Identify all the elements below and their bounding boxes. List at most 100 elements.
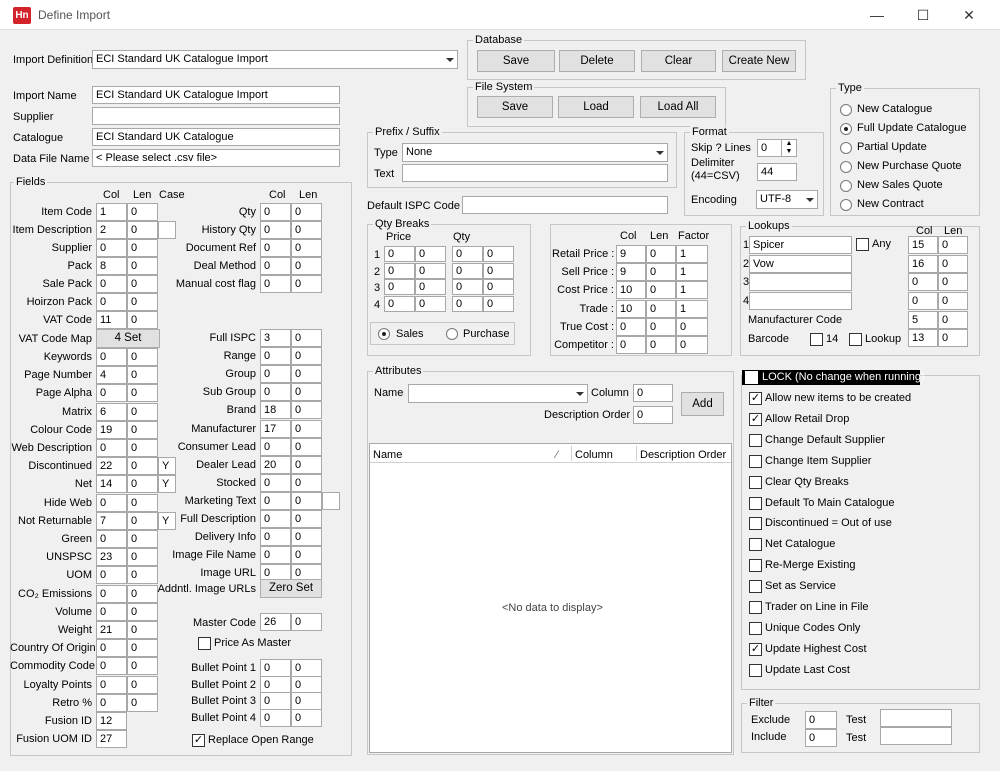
price-col-input[interactable]: 9 xyxy=(616,245,646,263)
master-code-col-input[interactable]: 26 xyxy=(260,613,291,631)
manufacturer-code-col-input[interactable]: 5 xyxy=(908,311,938,329)
field-len-input[interactable]: 0 xyxy=(291,510,322,528)
field-len-input[interactable]: 0 xyxy=(291,473,322,492)
field-len-input[interactable]: 0 xyxy=(127,311,158,329)
field-col-input[interactable]: 6 xyxy=(96,402,127,421)
lookup-col-input[interactable]: 16 xyxy=(908,254,938,273)
field-len-input[interactable]: 0 xyxy=(291,401,322,420)
field-col-input[interactable]: 0 xyxy=(260,239,291,257)
file-load-all-button[interactable]: Load All xyxy=(640,96,716,118)
replace-open-range-checkbox[interactable]: ✓ xyxy=(192,734,205,747)
qty-qty-input[interactable]: 0 xyxy=(483,246,514,262)
field-len-input[interactable]: 0 xyxy=(291,491,322,510)
lookup-name-input[interactable]: Spicer xyxy=(749,236,852,254)
field-col-input[interactable]: 0 xyxy=(96,675,127,694)
field-len-input[interactable]: 0 xyxy=(127,221,158,239)
field-len-input[interactable]: 0 xyxy=(127,475,158,494)
field-col-input[interactable]: 14 xyxy=(96,475,127,494)
field-col-input[interactable]: 0 xyxy=(96,566,127,585)
field-col-input[interactable]: 20 xyxy=(260,455,291,474)
default-ispc-input[interactable] xyxy=(462,196,668,214)
option-checkbox[interactable] xyxy=(749,454,762,468)
price-factor-input[interactable]: 1 xyxy=(676,245,708,263)
lock-checkbox[interactable] xyxy=(745,371,758,384)
field-col-input[interactable]: 0 xyxy=(96,384,127,403)
field-len-input[interactable]: 0 xyxy=(127,657,158,676)
barcode-14-checkbox[interactable] xyxy=(810,333,823,346)
field-len-input[interactable]: 0 xyxy=(291,419,322,438)
type-radio[interactable] xyxy=(840,142,852,154)
option-checkbox[interactable] xyxy=(749,621,762,635)
maximize-button[interactable]: ☐ xyxy=(900,0,946,30)
import-name-input[interactable]: ECI Standard UK Catalogue Import xyxy=(92,86,340,104)
field-col-input[interactable]: 0 xyxy=(96,530,127,548)
price-len-input[interactable]: 0 xyxy=(646,299,676,318)
field-len-input[interactable]: 0 xyxy=(127,693,158,712)
attribute-column-input[interactable]: 0 xyxy=(633,384,673,402)
field-col-input[interactable]: 3 xyxy=(260,329,291,347)
option-checkbox[interactable] xyxy=(749,538,762,552)
field-len-input[interactable]: 0 xyxy=(291,528,322,547)
qty-qty-input[interactable]: 0 xyxy=(452,262,483,279)
lookup-len-input[interactable]: 0 xyxy=(938,236,968,254)
lookup-len-input[interactable]: 0 xyxy=(938,254,968,273)
field-len-input[interactable]: 0 xyxy=(291,383,322,402)
field-col-input[interactable]: 0 xyxy=(260,675,291,694)
price-factor-input[interactable]: 0 xyxy=(676,317,708,336)
lookup-name-input[interactable]: Vow xyxy=(749,254,852,273)
field-len-input[interactable]: 0 xyxy=(127,675,158,694)
file-save-button[interactable]: Save xyxy=(477,96,553,118)
field-col-input[interactable]: 0 xyxy=(96,584,127,603)
field-col-input[interactable]: 8 xyxy=(96,257,127,275)
qty-qty-input[interactable]: 0 xyxy=(452,295,483,312)
field-col-input[interactable]: 0 xyxy=(96,275,127,293)
qty-price-input[interactable]: 0 xyxy=(384,279,415,295)
chevron-down-icon[interactable] xyxy=(806,198,814,202)
field-col-input[interactable]: 0 xyxy=(260,203,291,221)
field-col-input[interactable]: 0 xyxy=(96,293,127,311)
field-col-input[interactable]: 0 xyxy=(260,659,291,677)
field-len-input[interactable]: 0 xyxy=(291,546,322,565)
qty-price-input[interactable]: 0 xyxy=(384,295,415,312)
option-checkbox[interactable] xyxy=(749,433,762,447)
qty-qty-input[interactable]: 0 xyxy=(483,295,514,312)
field-len-input[interactable]: 0 xyxy=(291,675,322,694)
price-col-input[interactable]: 9 xyxy=(616,263,646,282)
field-len-input[interactable]: 0 xyxy=(127,639,158,658)
vat-map-button[interactable]: 4 Set xyxy=(96,329,160,348)
lookup-len-input[interactable]: 0 xyxy=(938,291,968,310)
field-col-input[interactable]: 0 xyxy=(96,493,127,512)
qty-price-input[interactable]: 0 xyxy=(415,295,446,312)
field-col-input[interactable]: 18 xyxy=(260,401,291,420)
qty-qty-input[interactable]: 0 xyxy=(452,246,483,262)
field-col-input[interactable]: 0 xyxy=(260,708,291,727)
field-extra-input[interactable] xyxy=(322,491,340,510)
option-checkbox[interactable] xyxy=(749,601,762,614)
field-col-input[interactable]: 1 xyxy=(96,203,127,221)
field-col-input[interactable]: 4 xyxy=(96,366,127,385)
database-clear-button[interactable]: Clear xyxy=(641,50,716,72)
type-radio[interactable] xyxy=(840,123,852,135)
price-factor-input[interactable]: 1 xyxy=(676,299,708,318)
qty-price-input[interactable]: 0 xyxy=(384,262,415,279)
lookup-any-checkbox[interactable] xyxy=(856,238,869,251)
field-col-input[interactable]: 0 xyxy=(260,528,291,547)
field-col-input[interactable]: 17 xyxy=(260,419,291,438)
field-col-input[interactable]: 12 xyxy=(96,712,127,730)
barcode-len-input[interactable]: 0 xyxy=(938,329,968,347)
option-checkbox[interactable] xyxy=(749,663,762,677)
chevron-down-icon[interactable] xyxy=(576,392,584,396)
database-create-new-button[interactable]: Create New xyxy=(722,50,796,72)
catalogue-input[interactable]: ECI Standard UK Catalogue xyxy=(92,128,340,146)
chevron-down-icon[interactable] xyxy=(656,151,664,155)
field-col-input[interactable]: 22 xyxy=(96,457,127,476)
field-len-input[interactable]: 0 xyxy=(127,511,158,530)
field-len-input[interactable]: 0 xyxy=(291,455,322,474)
close-button[interactable]: ✕ xyxy=(946,0,992,30)
field-len-input[interactable]: 0 xyxy=(127,257,158,275)
delimiter-input[interactable]: 44 xyxy=(757,163,797,181)
field-len-input[interactable]: 0 xyxy=(291,203,322,221)
grid-header-description-order[interactable]: Description Order xyxy=(640,448,726,462)
price-len-input[interactable]: 0 xyxy=(646,281,676,300)
field-len-input[interactable]: 0 xyxy=(127,548,158,567)
